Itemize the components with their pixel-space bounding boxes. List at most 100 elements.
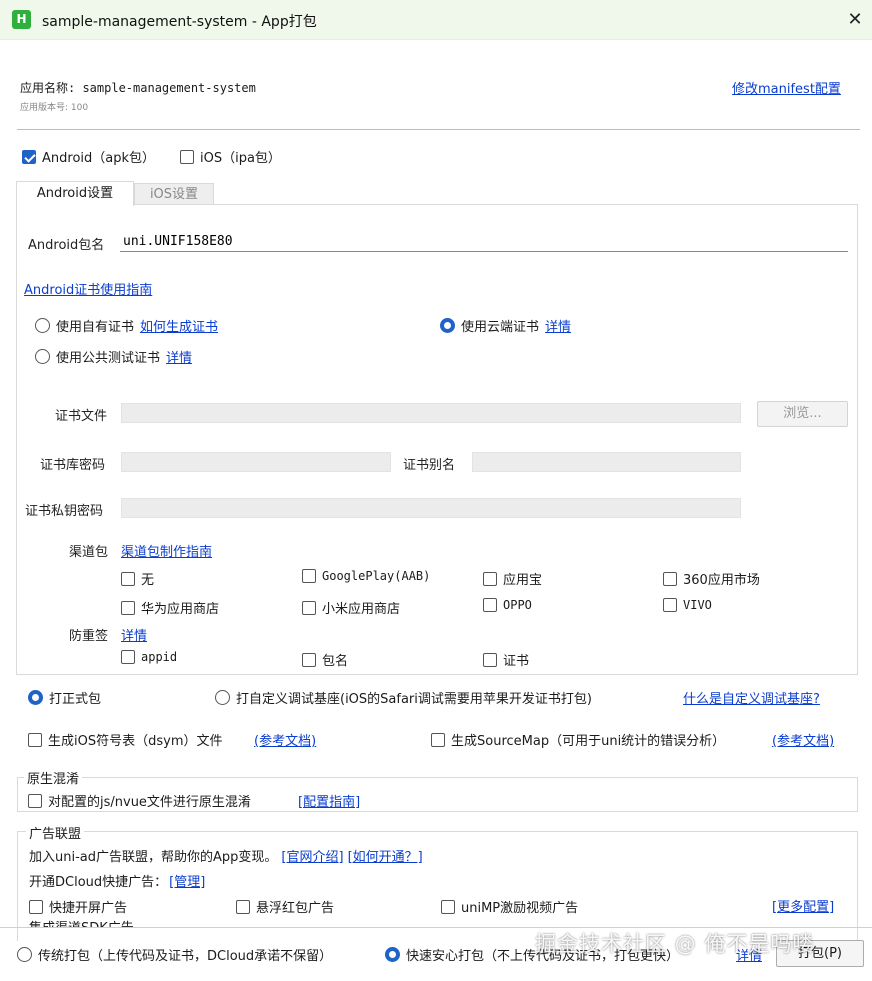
anti-resign-detail-link[interactable]: 详情	[121, 625, 147, 644]
cloud-cert-radio[interactable]: 使用云端证书 详情	[440, 316, 571, 335]
traditional-build-label: 传统打包（上传代码及证书，DCloud承诺不保留）	[38, 949, 333, 964]
header-divider	[17, 129, 860, 130]
checkbox-icon	[663, 571, 677, 586]
obfuscation-group-title: 原生混淆	[24, 768, 83, 787]
obfuscation-checkbox[interactable]: 对配置的js/nvue文件进行原生混淆	[28, 791, 251, 810]
own-cert-radio[interactable]: 使用自有证书 如何生成证书	[35, 316, 218, 335]
ad-unimp-video-checkbox[interactable]: uniMP激励视频广告	[441, 897, 578, 916]
anti-resign-checkbox-appid[interactable]: appid	[121, 650, 177, 664]
checkbox-icon	[483, 571, 497, 586]
channel-checkbox-huawei[interactable]: 华为应用商店	[121, 598, 219, 617]
channel-checkbox-none[interactable]: 无	[121, 569, 154, 588]
formal-build-radio[interactable]: 打正式包	[28, 688, 101, 707]
obfuscation-guide-link[interactable]: [配置指南]	[298, 791, 360, 810]
android-platform-label: Android（apk包）	[42, 151, 156, 166]
channel-label-360: 360应用市场	[683, 573, 760, 588]
android-cert-guide-link[interactable]: Android证书使用指南	[24, 279, 152, 298]
radio-icon	[17, 947, 32, 962]
channel-guide-link[interactable]: 渠道包制作指南	[121, 541, 212, 560]
checkbox-icon	[121, 650, 135, 664]
tab-ios-settings[interactable]: iOS设置	[134, 183, 214, 205]
dcloud-ad-manage-link[interactable]: [管理]	[169, 871, 205, 890]
checkbox-icon	[483, 598, 497, 612]
private-key-password-label: 证书私钥密码	[25, 504, 104, 519]
public-cert-label: 使用公共测试证书	[56, 351, 161, 366]
anti-resign-label-package: 包名	[322, 654, 349, 669]
browse-button[interactable]: 浏览...	[757, 401, 848, 427]
checkbox-icon	[302, 652, 316, 667]
radio-icon	[35, 349, 50, 364]
package-name-label: Android包名	[28, 238, 105, 253]
sourcemap-label: 生成SourceMap（可用于uni统计的错误分析）	[451, 734, 726, 749]
channel-checkbox-xiaomi[interactable]: 小米应用商店	[302, 598, 400, 617]
checkbox-icon	[121, 600, 135, 615]
custom-base-radio[interactable]: 打自定义调试基座(iOS的Safari调试需要用苹果开发证书打包)	[215, 688, 592, 707]
ad-redpacket-label: 悬浮红包广告	[256, 901, 335, 916]
ad-more-config-link[interactable]: [更多配置]	[772, 896, 834, 915]
package-name-input[interactable]	[120, 231, 848, 252]
channel-label: 渠道包	[69, 545, 109, 560]
ad-official-intro-link[interactable]: [官网介绍]	[281, 846, 343, 865]
checkbox-icon	[483, 652, 497, 667]
app-version-label: 应用版本号: 100	[20, 103, 89, 113]
anti-resign-checkbox-package[interactable]: 包名	[302, 650, 348, 669]
cert-alias-input[interactable]	[472, 452, 741, 472]
checkbox-icon	[302, 600, 316, 615]
checkbox-icon	[236, 899, 250, 914]
ios-platform-label: iOS（ipa包）	[200, 151, 281, 166]
close-button[interactable]: ✕	[842, 8, 868, 32]
title-bar: H sample-management-system - App打包 ✕	[0, 0, 872, 40]
keystore-password-input[interactable]	[121, 452, 391, 472]
checkbox-icon	[663, 598, 677, 612]
keystore-password-label: 证书库密码	[40, 458, 106, 473]
hbuilder-logo-icon: H	[12, 10, 31, 29]
public-cert-radio[interactable]: 使用公共测试证书 详情	[35, 347, 192, 366]
dsym-doc-link[interactable]: (参考文档)	[254, 730, 316, 749]
channel-checkbox-oppo[interactable]: OPPO	[483, 598, 532, 612]
radio-icon	[215, 690, 230, 705]
channel-label-yingyongbao: 应用宝	[503, 573, 543, 588]
channel-label-none: 无	[141, 573, 155, 588]
modify-manifest-link[interactable]: 修改manifest配置	[732, 78, 841, 97]
ios-platform-checkbox[interactable]: iOS（ipa包）	[180, 147, 281, 166]
ad-splash-checkbox[interactable]: 快捷开屏广告	[29, 897, 127, 916]
anti-resign-checkbox-cert[interactable]: 证书	[483, 650, 529, 669]
traditional-build-radio[interactable]: 传统打包（上传代码及证书，DCloud承诺不保留）	[17, 945, 332, 964]
checkbox-icon	[28, 793, 42, 808]
checkbox-icon	[441, 899, 455, 914]
private-key-password-input[interactable]	[121, 498, 741, 518]
channel-checkbox-360[interactable]: 360应用市场	[663, 569, 760, 588]
radio-selected-icon	[385, 947, 400, 962]
channel-label-oppo: OPPO	[503, 598, 532, 612]
channel-label-vivo: VIVO	[683, 598, 712, 612]
sourcemap-doc-link[interactable]: (参考文档)	[772, 730, 834, 749]
dsym-checkbox[interactable]: 生成iOS符号表（dsym）文件	[28, 730, 222, 749]
ad-redpacket-checkbox[interactable]: 悬浮红包广告	[236, 897, 334, 916]
cert-alias-label: 证书别名	[403, 458, 456, 473]
anti-resign-label: 防重签	[69, 629, 109, 644]
channel-checkbox-vivo[interactable]: VIVO	[663, 598, 712, 612]
what-is-custom-base-link[interactable]: 什么是自定义调试基座?	[683, 688, 820, 707]
custom-base-label: 打自定义调试基座(iOS的Safari调试需要用苹果开发证书打包)	[236, 692, 592, 707]
android-platform-checkbox[interactable]: Android（apk包）	[22, 147, 155, 166]
cloud-cert-detail-link[interactable]: 详情	[545, 316, 571, 335]
channel-checkbox-yingyongbao[interactable]: 应用宝	[483, 569, 542, 588]
cloud-cert-label: 使用云端证书	[461, 320, 540, 335]
channel-checkbox-googleplay[interactable]: GooglePlay(AAB)	[302, 569, 430, 583]
checkbox-icon	[180, 149, 194, 164]
checkbox-checked-icon	[22, 149, 36, 164]
public-cert-detail-link[interactable]: 详情	[166, 347, 192, 366]
channel-label-googleplay: GooglePlay(AAB)	[322, 569, 431, 583]
tab-android-settings[interactable]: Android设置	[16, 181, 134, 206]
checkbox-icon	[431, 732, 445, 747]
anti-resign-label-appid: appid	[141, 650, 178, 664]
how-to-generate-cert-link[interactable]: 如何生成证书	[140, 316, 218, 335]
cert-file-input[interactable]	[121, 403, 741, 423]
radio-icon	[35, 318, 50, 333]
checkbox-icon	[28, 732, 42, 747]
ad-how-to-open-link[interactable]: [如何开通？]	[348, 846, 423, 865]
ad-intro-row: 加入uni-ad广告联盟，帮助你的App变现。 [官网介绍] [如何开通？]	[29, 846, 423, 865]
formal-build-label: 打正式包	[49, 692, 102, 707]
radio-selected-icon	[440, 318, 455, 333]
sourcemap-checkbox[interactable]: 生成SourceMap（可用于uni统计的错误分析）	[431, 730, 725, 749]
